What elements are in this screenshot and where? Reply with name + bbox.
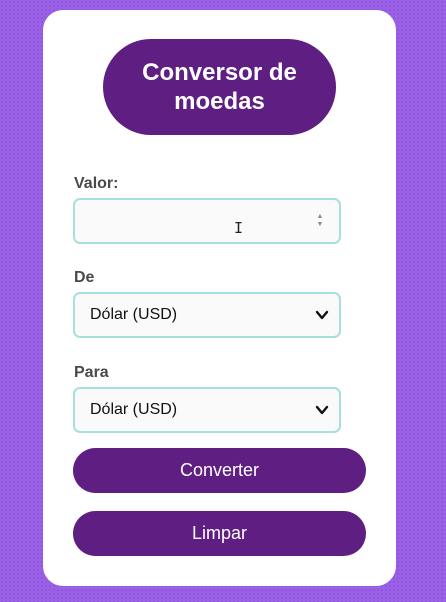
converter-card: Conversor de moedas Valor: I ▲ ▼ De Dólar… <box>43 10 396 586</box>
de-selected-value: Dólar (USD) <box>90 306 178 323</box>
para-select[interactable]: Dólar (USD) <box>73 387 341 433</box>
chevron-down-icon <box>315 405 329 415</box>
para-label: Para <box>74 364 109 381</box>
de-select[interactable]: Dólar (USD) <box>73 292 341 338</box>
valor-input[interactable]: I ▲ ▼ <box>73 198 341 244</box>
chevron-down-icon <box>315 310 329 320</box>
number-spinner-icon[interactable]: ▲ ▼ <box>316 213 324 229</box>
app-title: Conversor de moedas <box>103 39 336 135</box>
valor-label: Valor: <box>74 175 119 192</box>
convert-button[interactable]: Converter <box>73 448 366 493</box>
de-label: De <box>74 269 95 286</box>
para-selected-value: Dólar (USD) <box>90 401 178 418</box>
clear-button[interactable]: Limpar <box>73 511 366 556</box>
text-cursor-icon: I <box>234 219 244 237</box>
